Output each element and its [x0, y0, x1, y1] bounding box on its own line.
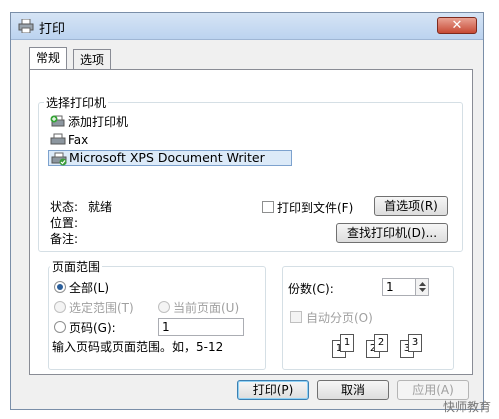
apply-button[interactable]: 应用(A) [397, 380, 469, 400]
fax-printer-icon [50, 133, 66, 145]
tab-general[interactable]: 常规 [29, 47, 68, 69]
collate-page: 1 [340, 334, 354, 352]
page-range-all-radio[interactable] [54, 281, 66, 293]
copies-spinner[interactable] [415, 278, 429, 296]
watermark-text: 快师教育 [442, 400, 491, 414]
page-range-label: 页面范围 [50, 258, 103, 275]
printer-item-label: 添加打印机 [68, 115, 129, 129]
printer-item-label: Fax [68, 133, 89, 147]
page-range-selection-label: 选定范围(T) [69, 301, 134, 315]
print-to-file-label: 打印到文件(F) [277, 201, 354, 215]
window-title: 打印 [39, 22, 66, 37]
printer-item-add[interactable]: 添加打印机 [50, 114, 250, 130]
preferences-button[interactable]: 首选项(R) [374, 196, 448, 216]
print-button[interactable]: 打印(P) [237, 380, 309, 400]
printer-group-label: 选择打印机 [44, 94, 109, 111]
print-to-file-checkbox[interactable] [262, 201, 274, 213]
print-dialog: 打印 ✕ 常规 选项 选择打印机 添加打印机 Fax Microsoft XPS… [10, 12, 484, 410]
comment-label: 备注: [50, 232, 79, 246]
spinner-arrows-icon [419, 282, 426, 292]
close-button[interactable]: ✕ [437, 17, 477, 34]
collate-page: 3 [408, 334, 422, 352]
cancel-button[interactable]: 取消 [317, 380, 389, 400]
printer-item-fax[interactable]: Fax [50, 132, 250, 148]
collate-label: 自动分页(O) [306, 311, 373, 325]
collate-page: 2 [374, 334, 388, 352]
printer-item-label: Microsoft XPS Document Writer [69, 150, 265, 165]
title-bar: 打印 ✕ [11, 13, 483, 40]
printer-icon [18, 19, 34, 33]
xps-printer-icon [51, 152, 67, 166]
add-printer-icon [50, 115, 65, 127]
copies-label: 份数(C): [288, 282, 334, 296]
page-range-pages-label: 页码(G): [69, 321, 116, 335]
collate-checkbox[interactable] [290, 311, 302, 323]
page-range-pages-radio[interactable] [54, 321, 66, 333]
page-range-hint: 输入页码或页面范围。如，5-12 [52, 340, 224, 354]
page-range-current-radio[interactable] [158, 301, 170, 313]
page-range-selection-radio[interactable] [54, 301, 66, 313]
status-label: 状态: [50, 200, 79, 214]
copies-input[interactable]: 1 [382, 278, 416, 296]
pages-input[interactable]: 1 [158, 318, 244, 336]
printer-item-xps[interactable]: Microsoft XPS Document Writer [48, 150, 292, 166]
page-range-all-label: 全部(L) [69, 281, 110, 295]
tab-panel-general: 选择打印机 添加打印机 Fax Microsoft XPS Document W… [29, 69, 473, 375]
status-value: 就绪 [88, 200, 113, 214]
page-range-current-label: 当前页面(U) [173, 301, 240, 315]
location-label: 位置: [50, 216, 79, 230]
tab-options[interactable]: 选项 [73, 49, 112, 69]
find-printer-button[interactable]: 查找打印机(D)... [336, 223, 448, 243]
